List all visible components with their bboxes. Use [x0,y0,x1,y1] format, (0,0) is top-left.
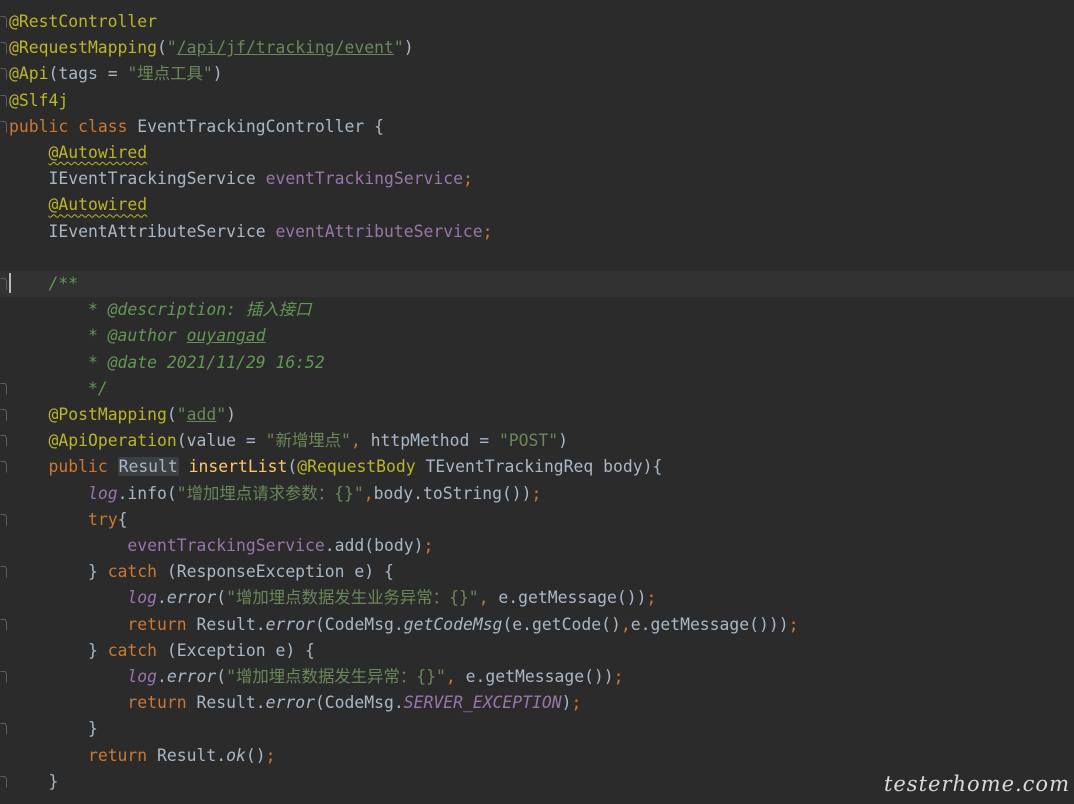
code-line[interactable]: @Autowired [0,192,1074,218]
fold-marker-icon[interactable] [0,723,7,735]
code-line[interactable]: * @date 2021/11/29 16:52 [0,350,1074,376]
fold-marker-icon[interactable] [0,775,7,788]
code-text: @Autowired [48,143,148,162]
code-text: public class EventTrackingController { [9,116,385,136]
code-text: eventTrackingService.add(body); [127,536,434,555]
code-text: * @description: 插入接口 [9,300,312,320]
code-text: return Result.error(CodeMsg.getCodeMsg(e… [127,614,799,634]
code-line[interactable]: log.info("增加埋点请求参数：{}",body.toString()); [0,481,1074,507]
code-line[interactable]: } catch (Exception e) { [0,638,1074,664]
code-text: @ApiOperation(value = "新增埋点", httpMethod… [48,431,569,451]
code-line[interactable]: } [0,716,1074,742]
code-text: * @date 2021/11/29 16:52 [9,352,325,372]
code-line[interactable]: @RequestMapping("/api/jf/tracking/event"… [0,35,1074,61]
code-text: } [9,719,98,739]
code-text: @Autowired [48,195,148,215]
fold-marker-icon[interactable] [0,513,7,526]
fold-marker-icon[interactable] [0,120,7,133]
code-text: log.info("增加埋点请求参数：{}",body.toString()); [87,483,542,503]
fold-marker-icon[interactable] [0,382,7,395]
code-text: log.error("增加埋点数据发生业务异常：{}", e.getMessag… [127,588,657,608]
fold-marker-icon[interactable] [0,566,7,578]
code-line[interactable]: log.error("增加埋点数据发生异常：{}", e.getMessage(… [0,664,1074,690]
code-line[interactable]: /** [0,271,1074,297]
code-line[interactable]: @PostMapping("add") [0,402,1074,428]
code-text: * @author ouyangad [9,326,266,346]
fold-marker-icon[interactable] [0,435,7,447]
code-line[interactable]: @Autowired [0,140,1074,166]
code-line[interactable]: public class EventTrackingController { [0,114,1074,140]
code-line[interactable]: @RestController [0,9,1074,35]
fold-marker-icon[interactable] [0,461,7,473]
code-text: return Result.error(CodeMsg.SERVER_EXCEP… [127,693,582,713]
code-line[interactable]: return Result.error(CodeMsg.SERVER_EXCEP… [0,690,1074,716]
code-text: @RequestMapping("/api/jf/tracking/event"… [9,38,414,58]
code-line[interactable]: * @author ouyangad [0,323,1074,349]
code-line[interactable]: public Result insertList(@RequestBody TE… [0,454,1074,480]
code-line[interactable]: @ApiOperation(value = "新增埋点", httpMethod… [0,428,1074,454]
code-line[interactable]: */ [0,376,1074,402]
fold-marker-icon[interactable] [0,94,7,107]
code-text: return Result.ok(); [87,745,276,765]
code-text: } catch (Exception e) { [9,640,315,660]
code-text: */ [9,378,108,398]
text-caret [9,273,11,293]
code-line[interactable]: * @description: 插入接口 [0,297,1074,323]
fold-marker-icon[interactable] [0,671,7,683]
watermark-logo: testerhome.com [883,772,1070,796]
code-line[interactable]: @Api(tags = "埋点工具") [0,61,1074,87]
code-line[interactable]: return Result.error(CodeMsg.getCodeMsg(e… [0,612,1074,638]
code-text: } catch (ResponseException e) { [9,562,394,582]
fold-marker-icon[interactable] [0,42,7,54]
code-text: public Result insertList(@RequestBody TE… [48,457,663,477]
code-line[interactable]: log.error("增加埋点数据发生业务异常：{}", e.getMessag… [0,585,1074,611]
code-text: @PostMapping("add") [48,405,237,424]
fold-marker-icon[interactable] [0,68,7,80]
code-line[interactable]: try{ [0,507,1074,533]
code-line[interactable]: } catch (ResponseException e) { [0,559,1074,585]
code-line[interactable]: return Result.ok(); [0,743,1074,769]
code-text: /** [9,274,79,293]
fold-marker-icon[interactable] [0,409,7,421]
code-line[interactable]: eventTrackingService.add(body); [0,533,1074,559]
code-text: IEventTrackingService eventTrackingServi… [9,169,473,189]
code-text: @Slf4j [9,90,69,110]
code-line[interactable] [0,245,1074,271]
fold-marker-icon[interactable] [0,618,7,631]
code-line[interactable]: @Slf4j [0,88,1074,114]
fold-marker-icon[interactable] [0,278,7,290]
code-text: IEventAttributeService eventAttributeSer… [9,221,493,241]
code-text: } [9,771,59,791]
code-line[interactable]: IEventTrackingService eventTrackingServi… [0,166,1074,192]
code-text: @Api(tags = "埋点工具") [9,64,223,84]
code-text: try{ [87,509,128,529]
code-line[interactable]: IEventAttributeService eventAttributeSer… [0,219,1074,245]
code-text: log.error("增加埋点数据发生异常：{}", e.getMessage(… [127,667,624,686]
fold-marker-icon[interactable] [0,16,7,28]
code-editor[interactable]: @RestController @RequestMapping("/api/jf/… [0,0,1074,804]
code-text: @RestController [9,12,158,31]
